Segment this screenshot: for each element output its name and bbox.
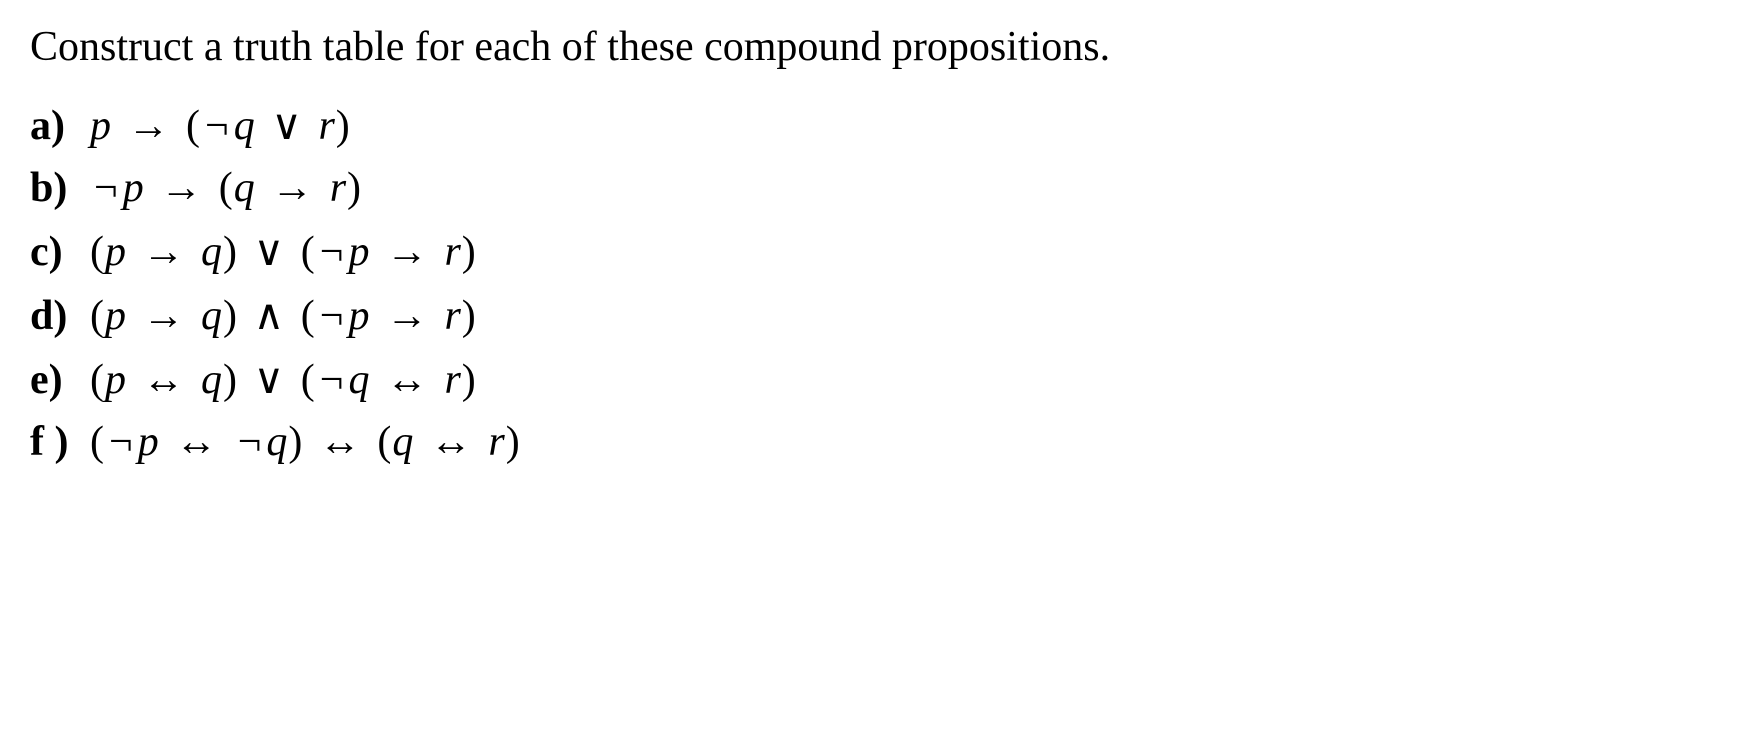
list-item: b) ¬p → (q → r) bbox=[30, 164, 1709, 212]
item-formula-c: (p → q) ∨ (¬p → r) bbox=[90, 226, 477, 276]
item-formula-e: (p ↔ q) ∨ (¬q ↔ r) bbox=[90, 354, 477, 404]
items-list: a) p → (¬q ∨ r) b) ¬p → (q → r) c) (p → … bbox=[30, 100, 1709, 466]
item-label-f: f ) bbox=[30, 418, 90, 466]
item-label-a: a) bbox=[30, 102, 90, 150]
list-item: e) (p ↔ q) ∨ (¬q ↔ r) bbox=[30, 354, 1709, 404]
list-item: f ) (¬p ↔ ¬q) ↔ (q ↔ r) bbox=[30, 418, 1709, 466]
item-formula-d: (p → q) ∧ (¬p → r) bbox=[90, 290, 477, 340]
item-formula-f: (¬p ↔ ¬q) ↔ (q ↔ r) bbox=[90, 418, 521, 466]
item-label-e: e) bbox=[30, 356, 90, 404]
item-label-c: c) bbox=[30, 228, 90, 276]
list-item: d) (p → q) ∧ (¬p → r) bbox=[30, 290, 1709, 340]
item-label-b: b) bbox=[30, 164, 90, 212]
item-label-d: d) bbox=[30, 292, 90, 340]
item-formula-a: p → (¬q ∨ r) bbox=[90, 100, 351, 150]
item-formula-b: ¬p → (q → r) bbox=[90, 164, 362, 212]
list-item: c) (p → q) ∨ (¬p → r) bbox=[30, 226, 1709, 276]
question-prompt: Construct a truth table for each of thes… bbox=[30, 20, 1160, 75]
list-item: a) p → (¬q ∨ r) bbox=[30, 100, 1709, 150]
